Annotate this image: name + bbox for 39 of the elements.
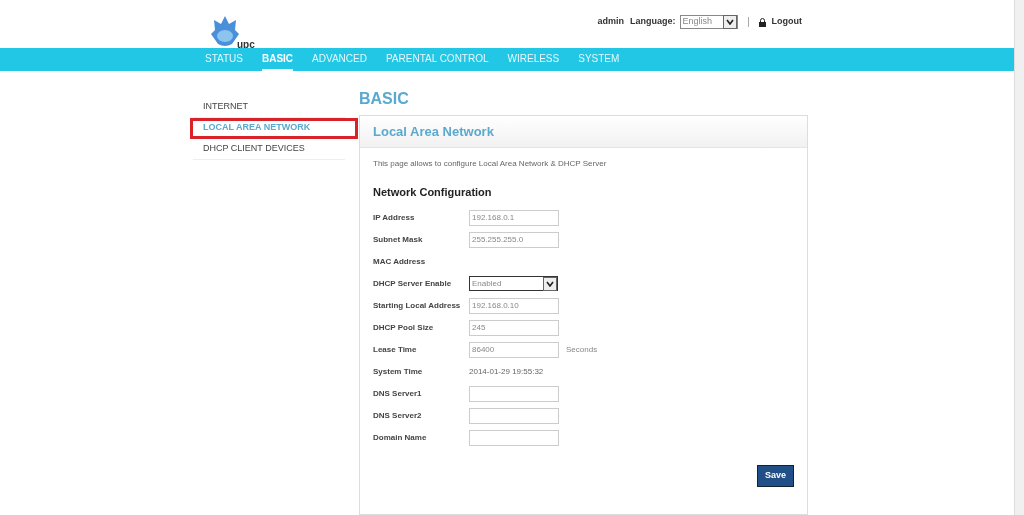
language-select[interactable]: English (679, 15, 738, 29)
unit-label: Seconds (566, 343, 598, 356)
input-field[interactable]: 245 (469, 319, 559, 336)
input-field[interactable]: 192.168.0.10 (469, 297, 559, 314)
caret-icon (722, 15, 737, 29)
sidebar-item[interactable]: DHCP CLIENT DEVICES (193, 139, 345, 160)
input-field[interactable] (469, 407, 559, 424)
language-label: Language: (630, 15, 676, 29)
logout-link[interactable]: Logout (771, 15, 802, 29)
field-label: Starting Local Address (373, 299, 462, 312)
nav-tab[interactable]: BASIC (261, 48, 294, 71)
input-field[interactable] (469, 385, 559, 402)
lock-icon (758, 17, 766, 27)
field-value: 2014-01-29 19:55:32 (469, 365, 544, 378)
section-title: Network Configuration (373, 185, 493, 200)
dhcp-select[interactable]: Enabled (469, 276, 558, 291)
page-title: BASIC (359, 89, 410, 109)
save-button[interactable]: Save (756, 464, 794, 487)
field-label: Lease Time (373, 343, 418, 356)
field-label: MAC Address (373, 255, 427, 268)
input-field[interactable]: 255.255.255.0 (469, 231, 559, 248)
description: This page allows to configure Local Area Network & DHCP Server (373, 158, 608, 170)
field-label: Subnet Mask (373, 233, 424, 246)
field-label: System Time (373, 365, 424, 378)
field-label: DHCP Pool Size (373, 321, 435, 334)
panel-title: Local Area Network (373, 122, 494, 141)
field-label: DHCP Server Enable (373, 277, 453, 290)
input-field[interactable]: 86400 (469, 341, 559, 358)
username: admin (597, 15, 624, 29)
caret-icon (543, 276, 557, 291)
field-label: IP Address (373, 211, 416, 224)
field-label: DNS Server2 (373, 409, 423, 422)
sidebar-item[interactable]: INTERNET (193, 97, 345, 118)
field-label: Domain Name (373, 431, 428, 444)
field-label: DNS Server1 (373, 387, 423, 400)
scrollbar[interactable] (1014, 0, 1024, 515)
input-field[interactable]: 192.168.0.1 (469, 209, 559, 226)
input-field[interactable] (469, 429, 559, 446)
sidebar-item[interactable]: LOCAL AREA NETWORK (190, 118, 358, 139)
